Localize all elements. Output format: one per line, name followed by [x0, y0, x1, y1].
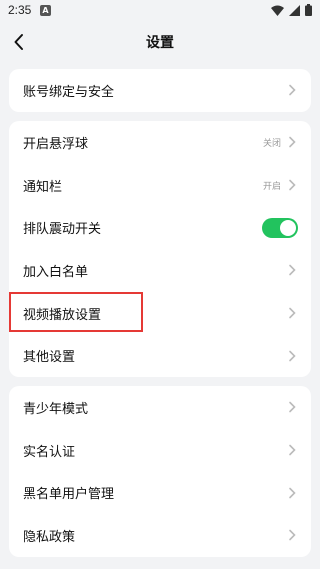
settings-item-other[interactable]: 其他设置 — [9, 334, 311, 377]
chevron-right-icon — [289, 444, 296, 456]
settings-item-floating-ball[interactable]: 开启悬浮球 关闭 — [9, 121, 311, 164]
chevron-right-icon — [289, 265, 296, 276]
app-bar: 设置 — [0, 22, 320, 62]
battery-icon — [305, 4, 312, 16]
settings-item-label: 青少年模式 — [23, 401, 89, 417]
chevron-right-icon — [289, 307, 296, 319]
notification-app-icon: A — [40, 5, 51, 16]
status-time: 2:35 — [8, 3, 32, 17]
settings-item-teen-mode[interactable]: 青少年模式 — [9, 386, 311, 429]
chevron-right-icon — [289, 137, 296, 148]
settings-item-whitelist[interactable]: 加入白名单 — [9, 249, 311, 292]
settings-item-label: 账号绑定与安全 — [23, 84, 115, 100]
signal-icon — [289, 4, 300, 16]
settings-item-label: 排队震动开关 — [23, 222, 102, 238]
wifi-icon — [271, 5, 284, 16]
settings-item-label: 视频播放设置 — [23, 307, 102, 323]
settings-item-queue-vibration: 排队震动开关 — [9, 206, 311, 249]
settings-item-label: 加入白名单 — [23, 264, 89, 280]
status-bar: 2:35 A — [0, 0, 320, 22]
toggle-knob — [280, 219, 296, 236]
settings-item-blacklist[interactable]: 黑名单用户管理 — [9, 471, 311, 514]
settings-item-label: 其他设置 — [23, 350, 76, 366]
settings-card-privacy: 青少年模式 实名认证 黑名单用户管理 隐私政策 — [9, 386, 311, 557]
settings-item-label: 开启悬浮球 — [23, 136, 89, 152]
settings-card-general: 开启悬浮球 关闭 通知栏 开启 排队震动开关 加入白名单 视频播放设置 其他设置 — [9, 121, 311, 378]
settings-item-value: 开启 — [262, 181, 281, 192]
queue-vibration-toggle[interactable] — [262, 217, 298, 238]
chevron-right-icon — [289, 85, 296, 96]
status-icons — [271, 4, 312, 16]
settings-item-account-security[interactable]: 账号绑定与安全 — [9, 69, 311, 112]
settings-item-video-playback[interactable]: 视频播放设置 — [9, 292, 311, 335]
chevron-right-icon — [289, 350, 296, 362]
settings-item-privacy-policy[interactable]: 隐私政策 — [9, 514, 311, 557]
settings-item-label: 黑名单用户管理 — [23, 487, 115, 503]
settings-card-account: 账号绑定与安全 — [9, 69, 311, 112]
chevron-right-icon — [289, 487, 296, 499]
chevron-right-icon — [289, 179, 296, 191]
settings-item-label: 实名认证 — [23, 444, 76, 460]
chevron-right-icon — [289, 530, 296, 541]
settings-item-value: 关闭 — [262, 138, 281, 149]
chevron-right-icon — [289, 402, 296, 413]
settings-item-notification-bar[interactable]: 通知栏 开启 — [9, 164, 311, 207]
settings-item-label: 通知栏 — [23, 179, 63, 195]
settings-item-real-name[interactable]: 实名认证 — [9, 429, 311, 472]
page-title: 设置 — [146, 35, 174, 51]
settings-item-label: 隐私政策 — [23, 529, 76, 545]
